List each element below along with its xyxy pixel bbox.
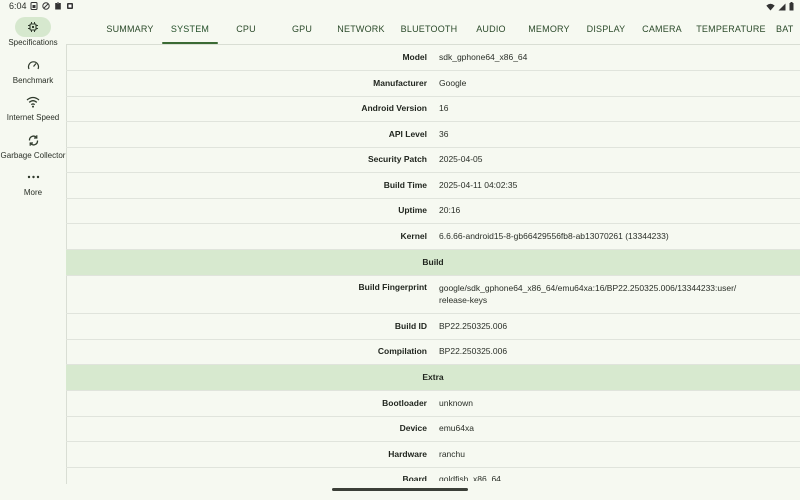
- row-key: Uptime: [398, 205, 427, 215]
- row-key: Security Patch: [367, 154, 427, 164]
- row-key: Compilation: [377, 346, 427, 356]
- wifi-icon: [26, 96, 40, 108]
- table-row: Build ID BP22.250325.006: [66, 314, 800, 340]
- signal-icon: [778, 3, 786, 10]
- table-row: Manufacturer Google: [66, 71, 800, 97]
- battery-icon: [789, 2, 794, 11]
- row-value: 6.6.66-android15-8-gb66429556fb8-ab13070…: [439, 231, 669, 241]
- gesture-home-bar[interactable]: [332, 488, 468, 491]
- rail-item-more[interactable]: More: [0, 167, 66, 203]
- rail-item-benchmark[interactable]: Benchmark: [0, 55, 66, 91]
- navigation-rail: Specifications Benchmark Internet Speed: [0, 14, 66, 500]
- row-key: Manufacturer: [373, 78, 427, 88]
- tab-cpu[interactable]: CPU: [220, 14, 272, 44]
- tab-system[interactable]: SYSTEM: [162, 14, 218, 44]
- tab-display[interactable]: DISPLAY: [579, 14, 633, 44]
- do-not-disturb-icon: [42, 2, 50, 10]
- row-key: Board: [402, 474, 427, 481]
- table-row: Kernel 6.6.66-android15-8-gb66429556fb8-…: [66, 224, 800, 250]
- row-value: sdk_gphone64_x86_64: [439, 52, 528, 62]
- row-key: Build Time: [383, 180, 427, 190]
- tab-memory[interactable]: MEMORY: [521, 14, 577, 44]
- tab-gpu[interactable]: GPU: [276, 14, 328, 44]
- row-value: 36: [439, 129, 449, 139]
- system-info-list[interactable]: Model sdk_gphone64_x86_64 Manufacturer G…: [66, 45, 800, 481]
- row-value: emu64xa: [439, 423, 474, 433]
- row-value: BP22.250325.006: [439, 321, 508, 331]
- row-key: Build ID: [394, 321, 427, 331]
- tab-camera[interactable]: CAMERA: [635, 14, 689, 44]
- table-row: Bootloader unknown: [66, 391, 800, 417]
- rail-item-internet-speed[interactable]: Internet Speed: [0, 92, 66, 128]
- recycle-icon: [28, 134, 38, 146]
- row-key: Device: [399, 423, 427, 433]
- table-row: Android Version 16: [66, 96, 800, 122]
- row-value: google/sdk_gphone64_x86_64/emu64xa:16/BP…: [439, 282, 789, 306]
- tab-battery[interactable]: BAT: [776, 14, 800, 44]
- tab-temperature[interactable]: TEMPERATURE: [693, 14, 769, 44]
- row-value: 16: [439, 103, 449, 113]
- row-value: unknown: [439, 398, 474, 408]
- table-row: Security Patch 2025-04-05: [66, 147, 800, 173]
- rail-icon-indicator: [15, 17, 51, 37]
- tab-bar: SUMMARY SYSTEM CPU GPU NETWORK BLUETOOTH…: [66, 14, 800, 44]
- tab-network[interactable]: NETWORK: [331, 14, 391, 44]
- status-time: 6:04: [9, 1, 27, 11]
- tab-summary[interactable]: SUMMARY: [100, 14, 160, 44]
- status-bar: 6:04: [0, 0, 800, 14]
- row-key: Hardware: [388, 449, 427, 459]
- rail-label: Benchmark: [12, 76, 54, 85]
- row-key: API Level: [388, 129, 427, 139]
- wifi-status-icon: [766, 3, 775, 10]
- rail-label: Internet Speed: [6, 113, 60, 122]
- tab-audio[interactable]: AUDIO: [466, 14, 516, 44]
- row-value: ranchu: [439, 449, 465, 459]
- row-value-line: google/sdk_gphone64_x86_64/emu64xa:16/BP…: [439, 283, 737, 293]
- clipboard-icon: [55, 2, 61, 10]
- row-key: Bootloader: [382, 398, 427, 408]
- table-row: API Level 36: [66, 122, 800, 148]
- section-header-extra: Extra: [66, 365, 800, 391]
- rail-item-specifications[interactable]: Specifications: [0, 17, 66, 53]
- chip-icon: [28, 22, 38, 32]
- rail-label: More: [23, 188, 43, 197]
- row-value: 2025-04-05: [439, 154, 483, 164]
- row-value: 20:16: [439, 205, 461, 215]
- table-row: Build Fingerprint google/sdk_gphone64_x8…: [66, 276, 800, 314]
- app-notification-icon: [67, 3, 73, 9]
- row-value: BP22.250325.006: [439, 346, 508, 356]
- row-key: Kernel: [400, 231, 427, 241]
- row-key: Model: [402, 52, 427, 62]
- more-dots-icon: [27, 175, 39, 179]
- sim-card-icon: [30, 2, 38, 10]
- row-value: Google: [439, 78, 467, 88]
- table-row: Hardware ranchu: [66, 442, 800, 468]
- row-key: Android Version: [361, 103, 427, 113]
- speedometer-icon: [27, 60, 39, 69]
- table-row: Uptime 20:16: [66, 198, 800, 224]
- table-row: Model sdk_gphone64_x86_64: [66, 45, 800, 71]
- rail-item-garbage-collector[interactable]: Garbage Collector: [0, 130, 66, 166]
- row-value: goldfish_x86_64: [439, 474, 501, 481]
- table-row: Build Time 2025-04-11 04:02:35: [66, 173, 800, 199]
- row-value: 2025-04-11 04:02:35: [439, 180, 518, 190]
- row-value-line: release-keys: [439, 295, 488, 305]
- table-row: Device emu64xa: [66, 416, 800, 442]
- rail-label: Garbage Collector: [0, 151, 66, 160]
- row-key: Build Fingerprint: [358, 282, 427, 292]
- table-row: Board goldfish_x86_64: [66, 467, 800, 481]
- section-header-build: Build: [66, 250, 800, 276]
- rail-label: Specifications: [8, 38, 58, 47]
- tab-bluetooth[interactable]: BLUETOOTH: [394, 14, 464, 44]
- table-row: Compilation BP22.250325.006: [66, 339, 800, 365]
